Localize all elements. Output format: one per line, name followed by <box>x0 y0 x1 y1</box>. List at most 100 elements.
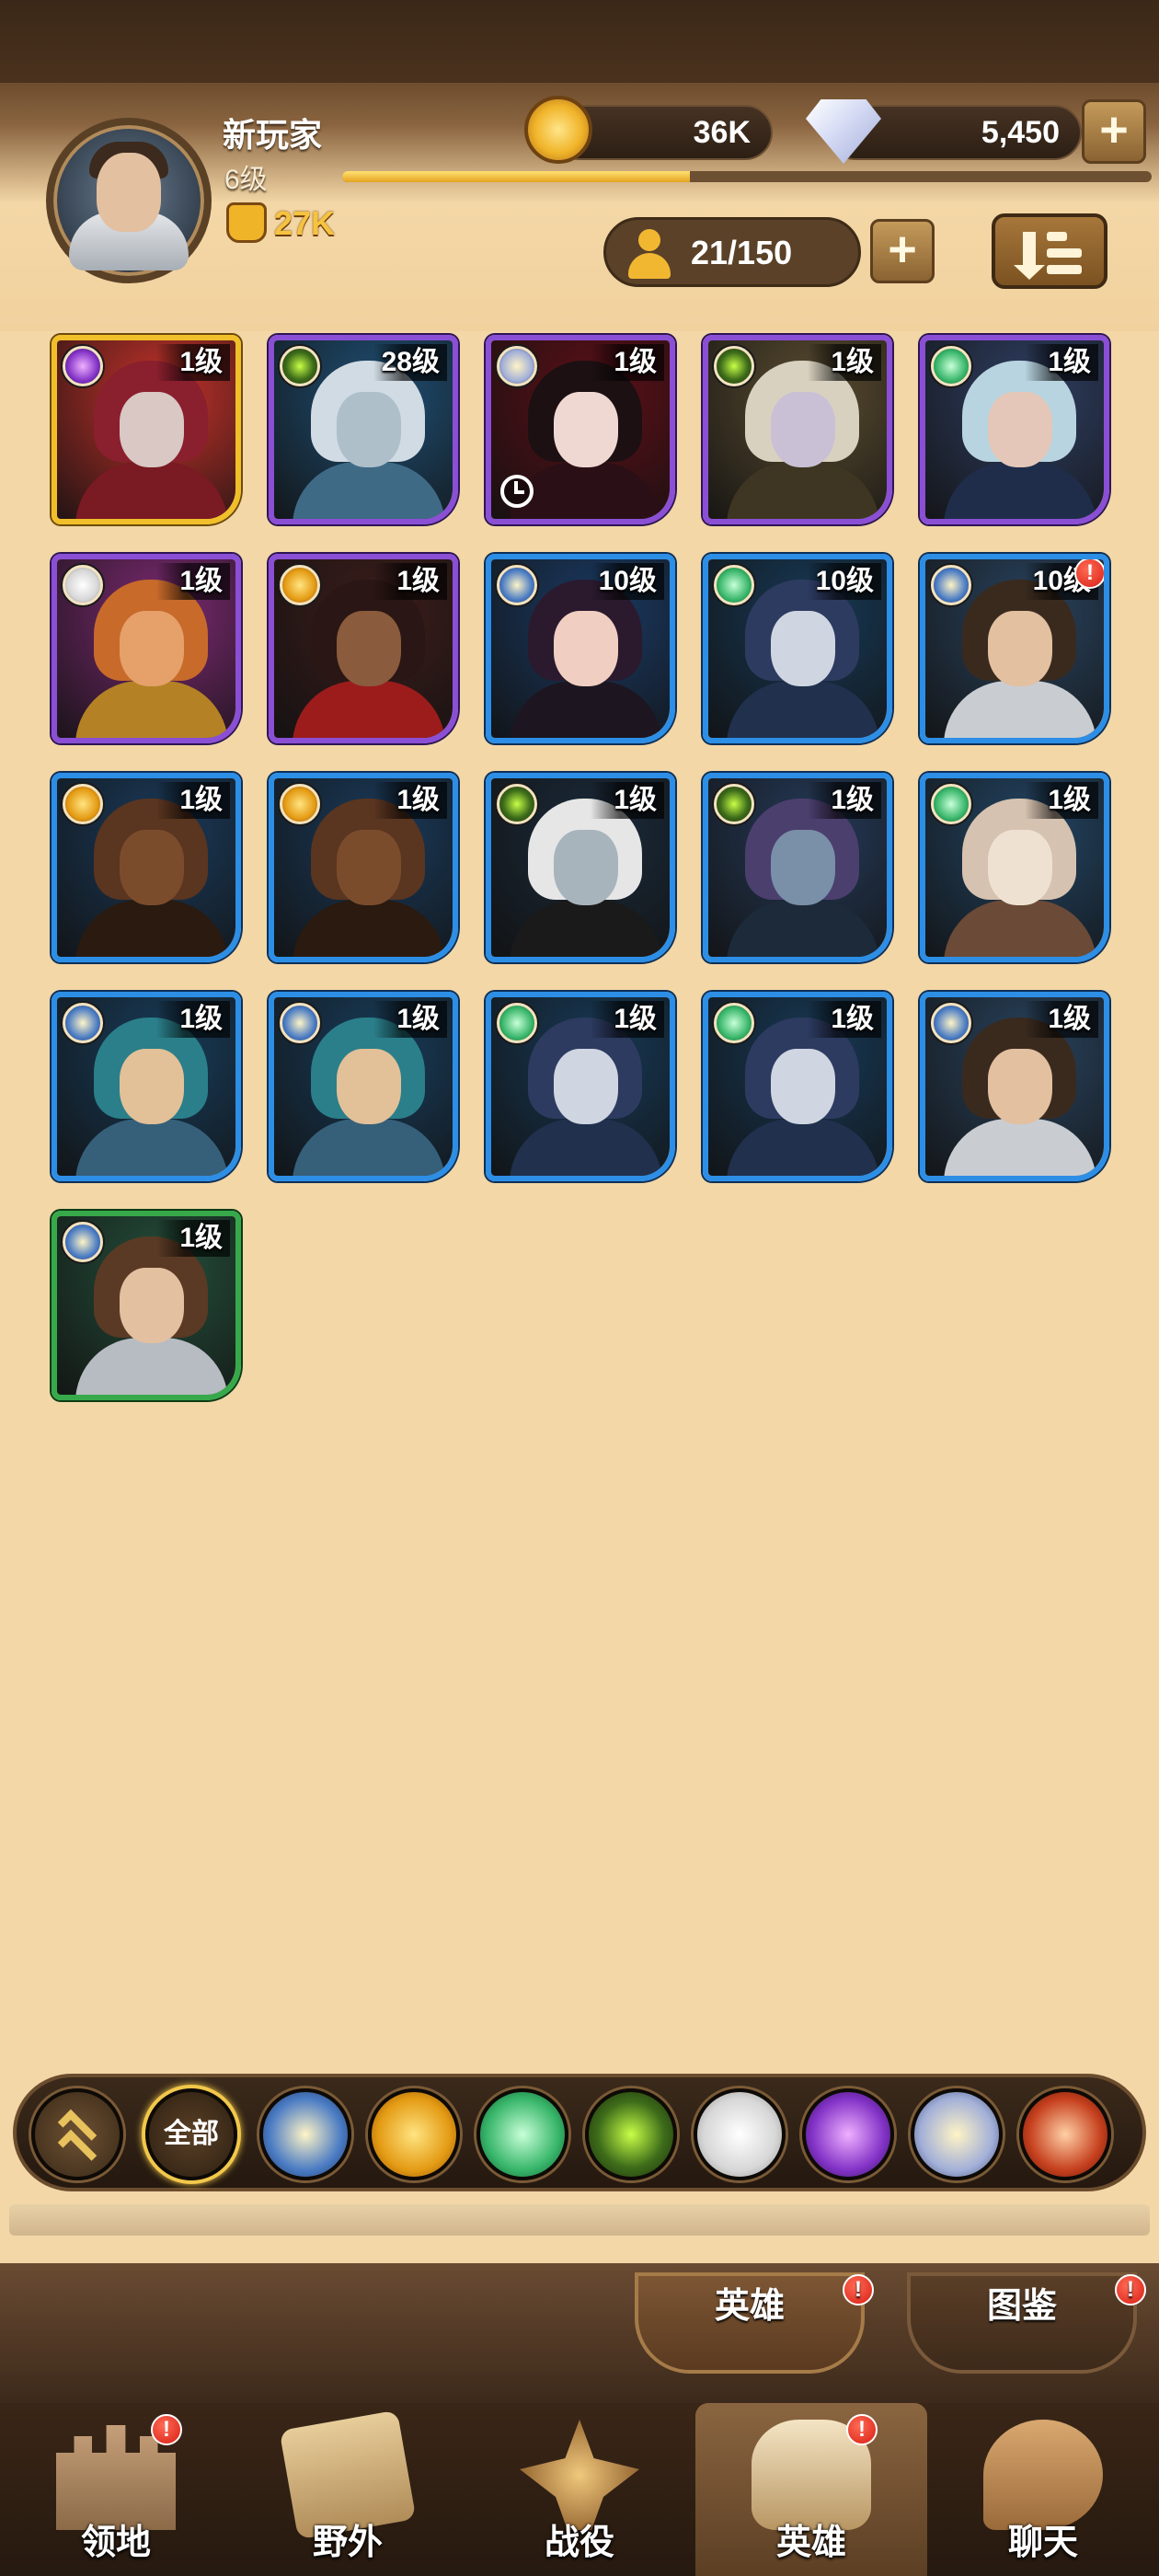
filter-all[interactable]: 全部 <box>145 2088 237 2180</box>
add-gems-button[interactable]: + <box>1082 99 1146 164</box>
player-avatar[interactable] <box>46 118 212 283</box>
filter-tech-icon[interactable] <box>368 2088 460 2180</box>
hero-level: 1级 <box>1025 344 1098 381</box>
hero-level: 1级 <box>373 1001 447 1038</box>
hero-card[interactable]: 1级 <box>920 773 1109 962</box>
hero-card[interactable]: 1级 <box>52 1211 241 1400</box>
hero-card[interactable]: 1级 <box>703 992 892 1181</box>
hero-level: 1级 <box>591 344 664 381</box>
nature-icon <box>497 1003 537 1043</box>
hero-level: 10级 <box>808 563 881 600</box>
nature-icon <box>931 346 971 386</box>
gold-coin-icon <box>524 96 592 164</box>
nature-icon <box>931 784 971 824</box>
clock-icon <box>500 475 534 508</box>
player-level: 6级 <box>224 165 268 195</box>
hero-card[interactable]: 1级 <box>486 335 675 524</box>
hero-level: 1级 <box>373 563 447 600</box>
nav-label: 野外 <box>312 2524 383 2562</box>
nav-label: 聊天 <box>1007 2524 1078 2562</box>
star-icon <box>497 565 537 605</box>
hero-level: 1级 <box>156 1001 230 1038</box>
star-icon <box>280 1003 320 1043</box>
exp-bar-fill <box>342 171 691 182</box>
alert-badge: ! <box>1074 559 1104 589</box>
tab-handbook[interactable]: 图鉴 ! <box>907 2272 1146 2374</box>
hero-card[interactable]: 1级 <box>52 992 241 1181</box>
hero-level: 1级 <box>156 1220 230 1257</box>
hero-level: 1级 <box>156 344 230 381</box>
hero-card[interactable]: 1级 <box>269 773 458 962</box>
nav-item-sword[interactable]: 战役 <box>464 2403 695 2576</box>
filter-fire-icon[interactable] <box>1019 2088 1111 2180</box>
tech-icon <box>280 565 320 605</box>
hero-card[interactable]: 10级 <box>486 554 675 743</box>
tab-heroes-label: 英雄 <box>714 2287 785 2326</box>
add-capacity-button[interactable]: + <box>870 219 935 283</box>
void-icon <box>63 346 103 386</box>
nav-item-scroll[interactable]: 野外 <box>232 2403 464 2576</box>
hero-card[interactable]: 1级 <box>920 992 1109 1181</box>
star-icon <box>63 1003 103 1043</box>
hero-level: 1级 <box>156 563 230 600</box>
hero-card[interactable]: 1级 <box>703 335 892 524</box>
filter-nature-icon[interactable] <box>476 2088 568 2180</box>
hero-card[interactable]: 10级 <box>703 554 892 743</box>
nature-icon <box>714 1003 754 1043</box>
eye-icon <box>714 346 754 386</box>
filter-holy-icon[interactable] <box>911 2088 1003 2180</box>
hero-card[interactable]: 28级 <box>269 335 458 524</box>
tab-handbook-label: 图鉴 <box>986 2287 1057 2326</box>
filter-strip <box>9 2204 1150 2236</box>
fist-icon <box>226 202 267 243</box>
hero-card[interactable]: 1级 <box>920 335 1109 524</box>
light-icon <box>63 565 103 605</box>
alert-badge: ! <box>843 2274 874 2306</box>
hero-card[interactable]: 1级 <box>52 773 241 962</box>
hero-level: 1级 <box>1025 1001 1098 1038</box>
hero-card[interactable]: 10级! <box>920 554 1109 743</box>
nav-label: 战役 <box>544 2524 614 2562</box>
hero-level: 1级 <box>373 782 447 819</box>
hero-level: 1级 <box>808 344 881 381</box>
exp-bar <box>342 171 1152 182</box>
hero-level: 28级 <box>373 344 447 381</box>
eye-icon <box>714 784 754 824</box>
hero-card[interactable]: 1级 <box>52 335 241 524</box>
tech-icon <box>63 784 103 824</box>
holy-icon <box>497 346 537 386</box>
star-icon <box>931 565 971 605</box>
collapse-button[interactable] <box>31 2088 123 2180</box>
hero-level: 1级 <box>156 782 230 819</box>
filter-void-icon[interactable] <box>802 2088 894 2180</box>
hero-level: 10级 <box>591 563 664 600</box>
alert-badge: ! <box>1115 2274 1146 2306</box>
nav-item-castle[interactable]: 领地! <box>0 2403 232 2576</box>
sort-button[interactable] <box>992 213 1107 289</box>
hero-card[interactable]: 1级 <box>703 773 892 962</box>
alert-badge: ! <box>151 2414 182 2445</box>
status-bar-area <box>0 0 1159 83</box>
tab-heroes[interactable]: 英雄 ! <box>635 2272 874 2374</box>
hero-card[interactable]: 1级 <box>269 992 458 1181</box>
nature-icon <box>714 565 754 605</box>
avatar-face <box>97 153 161 232</box>
nav-item-armor[interactable]: 英雄! <box>695 2403 927 2576</box>
filter-light-icon[interactable] <box>694 2088 786 2180</box>
filter-star-icon[interactable] <box>259 2088 351 2180</box>
hero-level: 1级 <box>591 782 664 819</box>
hero-card[interactable]: 1级 <box>486 773 675 962</box>
eye-icon <box>497 784 537 824</box>
nav-item-chat[interactable]: 聊天 <box>927 2403 1159 2576</box>
hero-card[interactable]: 1级 <box>486 992 675 1181</box>
hero-card[interactable]: 1级 <box>52 554 241 743</box>
hero-grid: 1级 28级 1级 1级 1级 1级 1级 10级 10级 10级! 1级 1级 1级 1级 1级 1级 1级 1… <box>52 335 1109 1400</box>
filter-eye-icon[interactable] <box>585 2088 677 2180</box>
hero-capacity-value: 21/150 <box>691 234 793 271</box>
nav-label: 领地 <box>80 2524 151 2562</box>
hero-card[interactable]: 1级 <box>269 554 458 743</box>
hero-level: 1级 <box>808 782 881 819</box>
hero-level: 1级 <box>808 1001 881 1038</box>
person-icon <box>626 229 672 279</box>
hero-level: 1级 <box>1025 782 1098 819</box>
